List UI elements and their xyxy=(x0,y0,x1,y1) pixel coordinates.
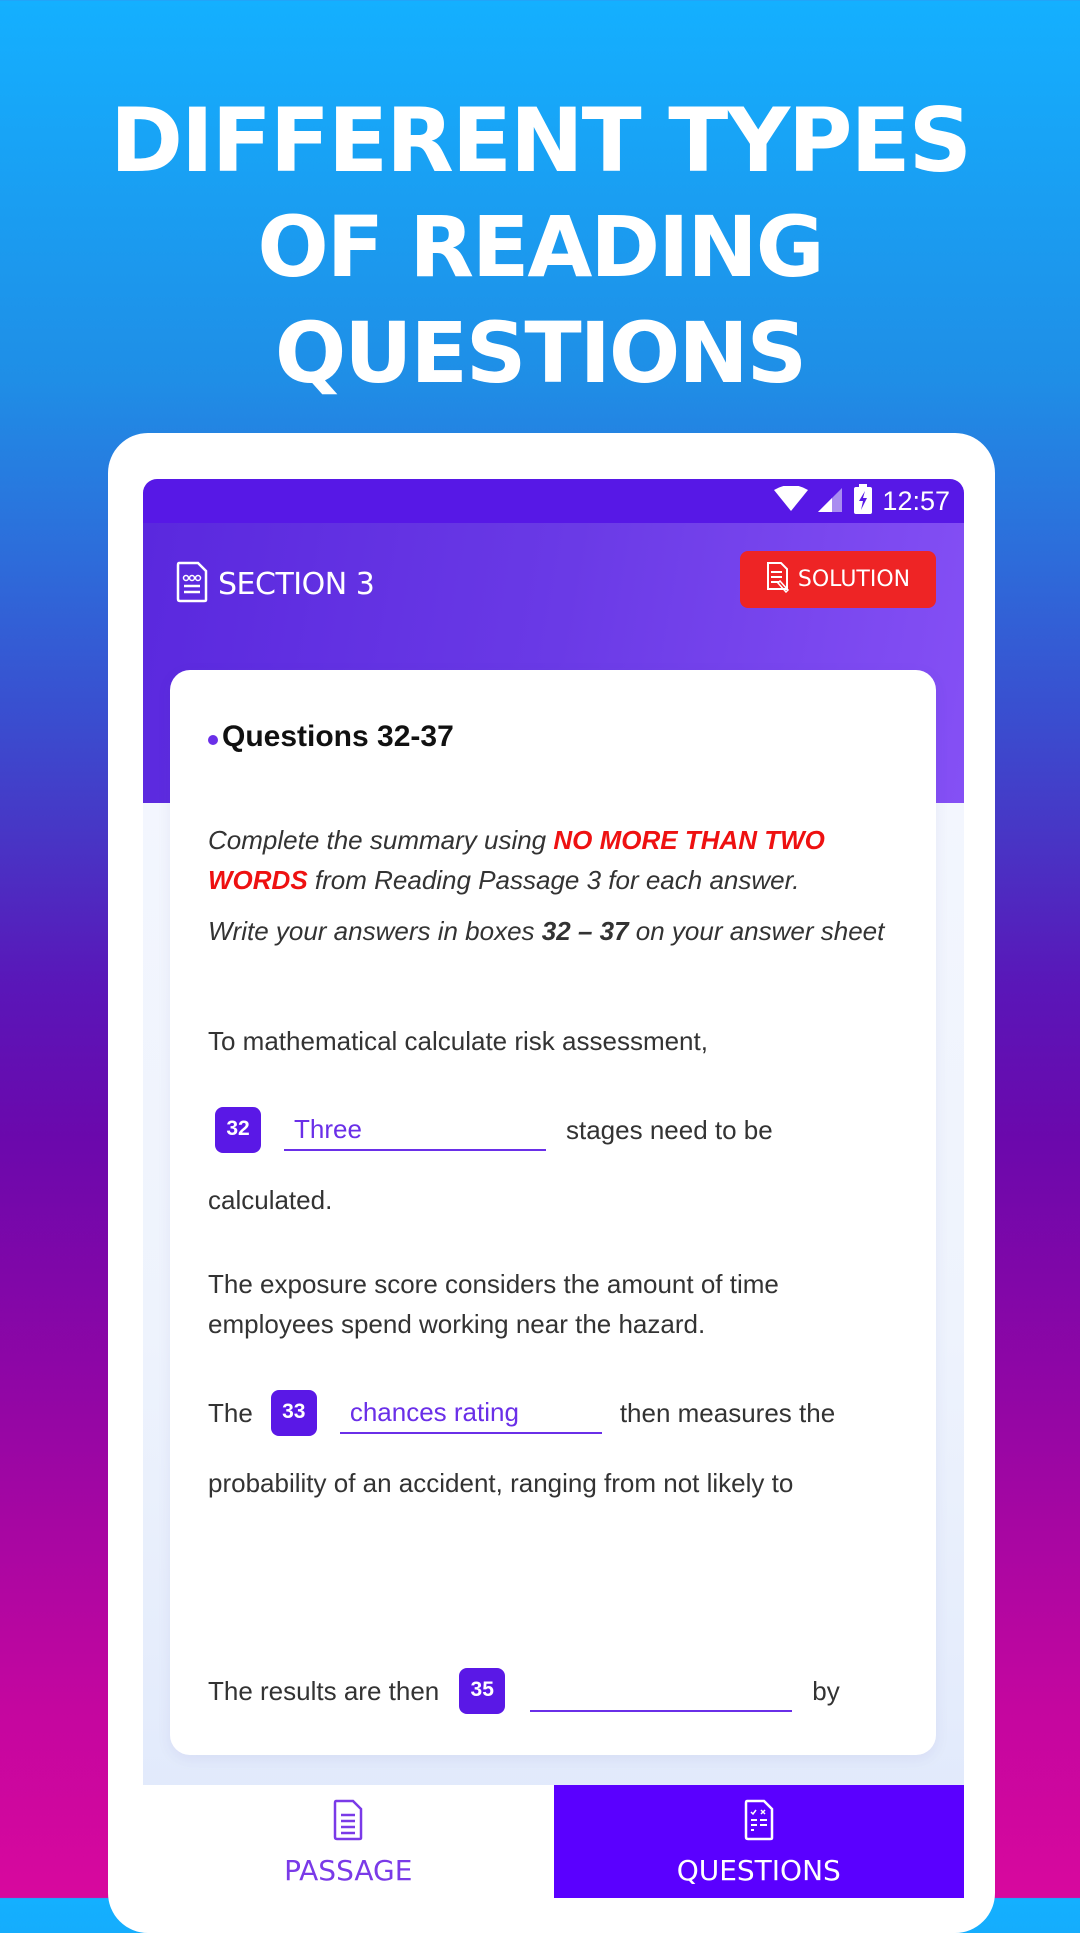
bullet-dot xyxy=(208,735,218,745)
question-35-before: The results are then xyxy=(208,1676,440,1706)
bottom-tab-bar: PASSAGE QUESTIONS xyxy=(143,1785,964,1898)
tab-passage-label: PASSAGE xyxy=(284,1854,413,1887)
question-number-badge: 33 xyxy=(270,1390,317,1436)
section-title: SECTION 3 xyxy=(218,567,375,602)
question-33-after: then measures the xyxy=(619,1398,836,1428)
question-33-continuation: probability of an accident, ranging from… xyxy=(208,1468,794,1498)
cellular-signal-icon xyxy=(818,486,844,517)
question-35-after: by xyxy=(812,1676,840,1706)
question-32-after: stages need to be xyxy=(566,1115,773,1145)
question-32-continuation: calculated. xyxy=(208,1185,333,1215)
status-clock: 12:57 xyxy=(882,485,950,516)
promo-line-2: OF READING QUESTIONS xyxy=(257,198,824,402)
instruction-2-before: Write your answers in boxes xyxy=(208,916,542,946)
instruction-2: Write your answers in boxes 32 – 37 on y… xyxy=(208,911,908,951)
battery-charging-icon xyxy=(854,483,873,519)
answer-input-32[interactable] xyxy=(284,1109,546,1151)
document-icon xyxy=(176,561,208,608)
question-33-row: The 33 then measures the xyxy=(208,1390,908,1436)
answer-input-35[interactable] xyxy=(530,1670,793,1712)
instruction-1: Complete the summary using NO MORE THAN … xyxy=(208,820,908,900)
promo-headline: DIFFERENT TYPES OF READING QUESTIONS xyxy=(0,88,1080,406)
question-32-row: 32 stages need to be xyxy=(215,1107,915,1153)
solution-button[interactable]: SOLUTION xyxy=(740,551,936,608)
tab-passage[interactable]: PASSAGE xyxy=(143,1785,554,1898)
questions-heading-text: Questions 32-37 xyxy=(222,720,454,753)
questions-checklist-icon xyxy=(744,1799,774,1848)
status-bar: 12:57 xyxy=(143,479,964,523)
question-33-before: The xyxy=(208,1398,253,1428)
wifi-icon xyxy=(774,484,809,517)
question-number-badge: 35 xyxy=(459,1668,506,1714)
tab-questions[interactable]: QUESTIONS xyxy=(553,1785,964,1898)
answer-input-33[interactable] xyxy=(339,1392,602,1434)
exposure-text: The exposure score considers the amount … xyxy=(208,1269,779,1339)
question-number-badge: 32 xyxy=(215,1107,261,1153)
intro-text: To mathematical calculate risk assessmen… xyxy=(208,1026,708,1056)
question-35-row: The results are then 35 by xyxy=(208,1668,908,1714)
app-screen: 12:57 SECTION 3 SOLUTION Questions 32-37… xyxy=(143,479,964,1898)
questions-heading: Questions 32-37 xyxy=(208,720,454,754)
instruction-2-after: on your answer sheet xyxy=(628,916,885,946)
instruction-2-range: 32 – 37 xyxy=(541,916,629,946)
instruction-1-after: from Reading Passage 3 for each answer. xyxy=(307,865,800,895)
solution-label: SOLUTION xyxy=(797,567,911,592)
solution-document-icon xyxy=(766,561,790,599)
tab-questions-label: QUESTIONS xyxy=(676,1854,841,1887)
passage-document-icon xyxy=(333,1799,363,1848)
promo-line-1: DIFFERENT TYPES xyxy=(109,89,972,192)
question-card: Questions 32-37 Complete the summary usi… xyxy=(170,670,936,1755)
instruction-1-before: Complete the summary using xyxy=(208,825,554,855)
